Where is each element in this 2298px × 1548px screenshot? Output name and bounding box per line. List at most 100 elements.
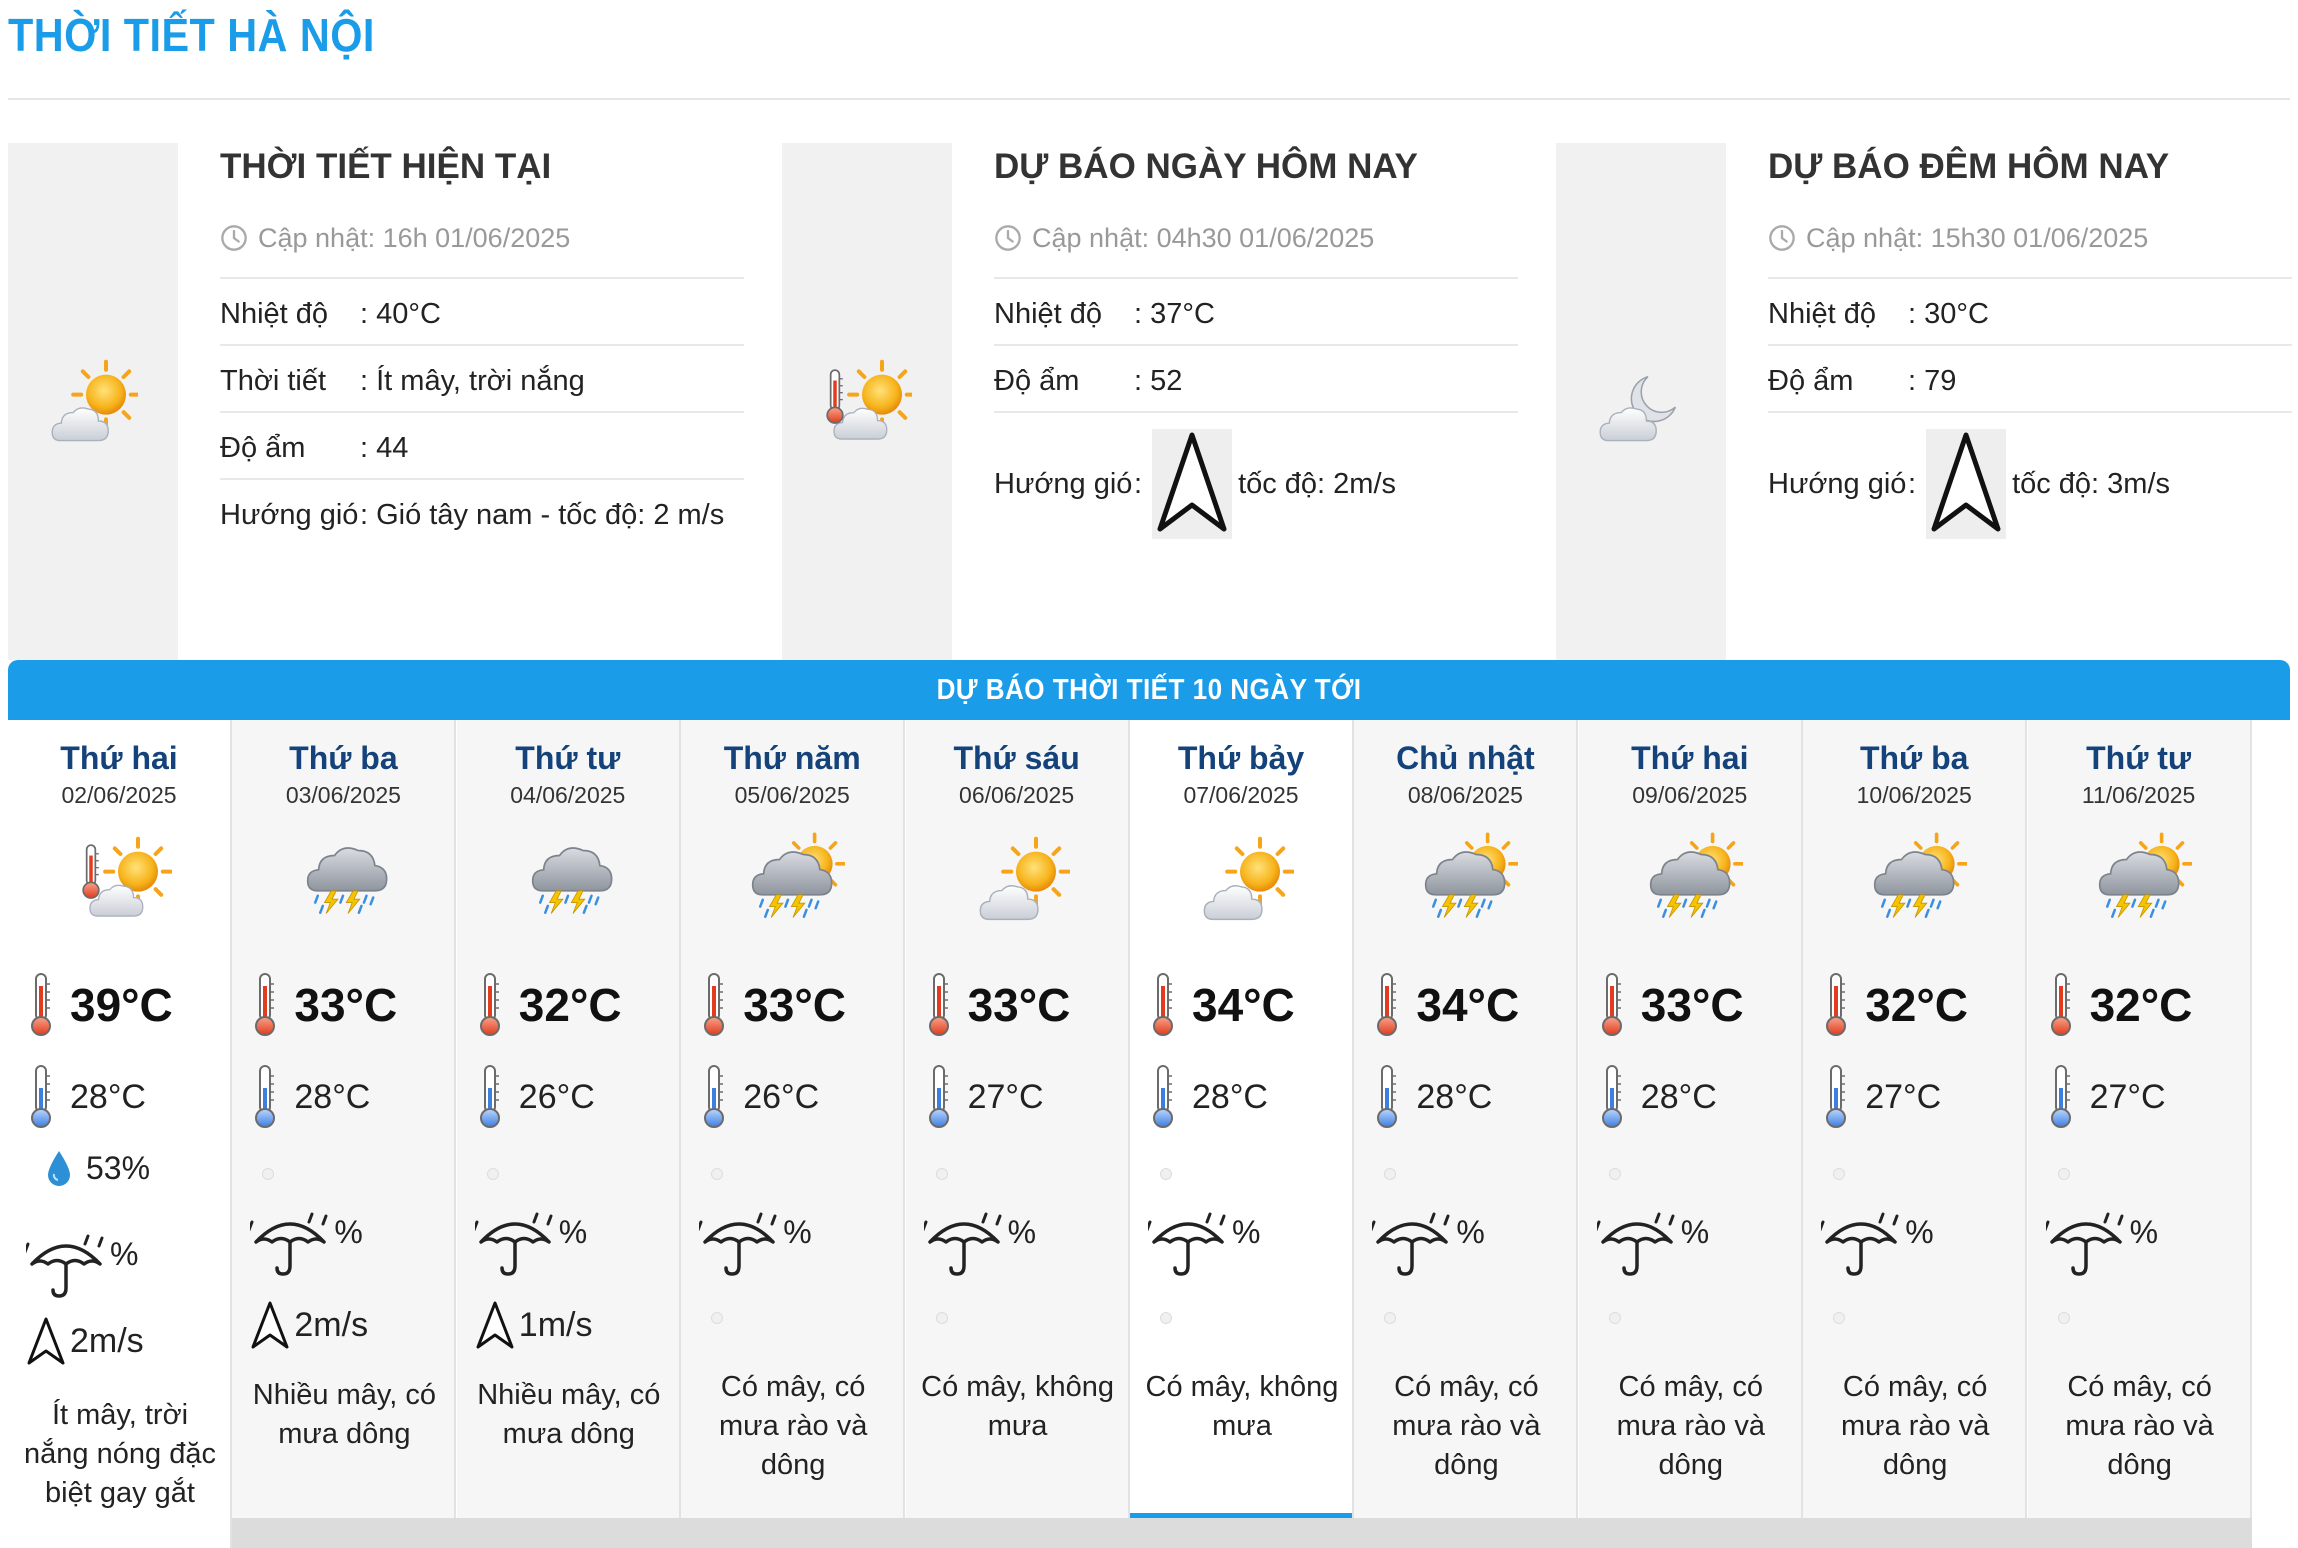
hot-sun-cloud-icon — [826, 359, 912, 440]
umbrella-rain-icon — [1821, 1212, 1899, 1276]
rain-chance-value: % — [1905, 1214, 1934, 1250]
day-date: 08/06/2025 — [1407, 782, 1523, 808]
temp-low: 28°C — [1597, 1062, 1717, 1132]
update-time-text: Cập nhật: 15h30 01/06/2025 — [1806, 222, 2149, 253]
sun-cloud-icon — [979, 836, 1070, 921]
info-value: : 30°C — [1908, 298, 1989, 330]
panel-heading: DỰ BÁO ĐÊM HÔM NAY — [1768, 147, 2170, 186]
thunderstorm-icon — [531, 847, 613, 915]
rain-chance-value: % — [1456, 1214, 1485, 1250]
humidity-placeholder-dot — [262, 1168, 275, 1180]
wind-placeholder-dot — [1384, 1312, 1397, 1324]
info-label: Độ ẩm — [994, 365, 1080, 397]
temp-high-value: 32°C — [518, 979, 622, 1031]
wind-direction-icon — [251, 1301, 289, 1349]
forecast-day[interactable]: Chủ nhật 08/06/2025 34°C 28°C% Có mây, có mư… — [1354, 720, 1579, 1548]
clock-icon — [221, 225, 247, 251]
temp-low-value: 28°C — [294, 1077, 371, 1116]
rain-chance: % — [2045, 1208, 2158, 1278]
info-value: : 52 — [1134, 365, 1183, 397]
temp-high-value: 33°C — [967, 979, 1071, 1031]
wind: 2m/s — [26, 1316, 144, 1366]
humidity-placeholder-dot — [1384, 1168, 1397, 1180]
day-name: Thứ ba — [289, 740, 398, 776]
temp-low: 28°C — [1148, 1062, 1268, 1132]
info-row-temperature: Nhiệt độ : 30°C — [1768, 279, 2292, 346]
rain-chance-value: % — [334, 1214, 363, 1250]
umbrella-rain-icon — [923, 1212, 1002, 1276]
day-date: 10/06/2025 — [1856, 782, 1972, 808]
rain-chance-value: % — [558, 1214, 588, 1250]
wind-direction-icon — [27, 1317, 65, 1365]
forecast-day[interactable]: Thứ sáu 06/06/2025 33°C 27°C% Có mây, không … — [905, 720, 1130, 1548]
umbrella-rain-icon — [699, 1212, 777, 1276]
wind-placeholder-dot — [1833, 1312, 1846, 1324]
rain-chance-value: % — [110, 1236, 139, 1272]
forecast-day[interactable]: Thứ ba 03/06/2025 33°C 28°C% 2m/s Nhiều mây, … — [232, 720, 457, 1548]
temp-high: 32°C — [1821, 970, 1968, 1040]
rain-chance: % — [1148, 1208, 1260, 1278]
info-row-wind: Hướng gió : Gió tây nam - tốc độ: 2 m/s — [220, 480, 744, 545]
sun-thunderstorm-icon — [752, 832, 846, 919]
thermometer-cold-icon — [704, 1065, 725, 1128]
forecast-day[interactable]: Thứ hai 09/06/2025 33°C 28°C% Có mây, có mưa… — [1578, 720, 1803, 1548]
wind-speed: tốc độ: 2m/s — [1238, 467, 1397, 500]
thermometer-hot-icon — [704, 973, 725, 1036]
day-name: Thứ hai — [60, 740, 178, 776]
wind-placeholder-dot — [935, 1312, 948, 1324]
info-label: Nhiệt độ — [994, 298, 1103, 330]
wind: 2m/s — [250, 1300, 368, 1350]
forecast-day[interactable]: Thứ ba 10/06/2025 32°C 27°C% Có mây, có mưa … — [1803, 720, 2028, 1548]
day-name: Chủ nhật — [1396, 740, 1535, 776]
temp-high-value: 33°C — [743, 979, 846, 1031]
temp-high: 33°C — [1597, 970, 1744, 1040]
rain-chance-value: % — [1680, 1214, 1710, 1250]
forecast-description: Có mây, có mưa rào và dông — [1616, 1371, 1765, 1481]
thermometer-hot-icon — [1153, 973, 1173, 1036]
forecast-day[interactable]: Thứ tư 11/06/2025 32°C 27°C% Có mây, có mưa … — [2027, 720, 2252, 1548]
thermometer-cold-icon — [928, 1065, 949, 1128]
thermometer-hot-icon — [1601, 973, 1622, 1036]
day-name: Thứ hai — [1631, 740, 1749, 776]
humidity-placeholder-dot — [1608, 1168, 1621, 1180]
humidity-placeholder-dot — [2057, 1168, 2070, 1180]
temp-low-value: 28°C — [1192, 1077, 1268, 1116]
water-drop-icon — [47, 1150, 71, 1187]
forecast-day[interactable]: Thứ tư 04/06/2025 32°C 26°C% 1m/s Nhiều mây, … — [456, 720, 681, 1548]
forecast-day[interactable]: Thứ hai 02/06/2025 39°C 28°C 53%% 2m/s Ít mây,… — [8, 720, 232, 1548]
info-row-humidity: Độ ẩm : 52 — [994, 346, 1518, 413]
forecast-description: Có mây, không mưa — [1145, 1371, 1339, 1442]
thermometer-cold-icon — [1377, 1065, 1398, 1128]
thermometer-cold-icon — [1601, 1065, 1622, 1128]
forecast-day[interactable]: Thứ năm 05/06/2025 33°C 26°C% Có mây, có mưa… — [681, 720, 906, 1548]
thermometer-hot-icon — [928, 973, 949, 1036]
forecast-scrollbar[interactable] — [232, 1518, 2252, 1548]
temp-low: 27°C — [2046, 1062, 2166, 1132]
humidity-placeholder-dot — [935, 1168, 948, 1180]
day-date: 04/06/2025 — [510, 782, 626, 808]
info-separator: : — [1134, 467, 1143, 500]
thermometer-hot-icon — [31, 973, 51, 1036]
temp-low-value: 28°C — [70, 1077, 146, 1116]
temp-high-value: 32°C — [2089, 979, 2193, 1031]
forecast-days: Thứ hai 02/06/2025 39°C 28°C 53%% 2m/s Ít mây,… — [8, 720, 2290, 1548]
forecast-day[interactable]: Thứ bảy 07/06/2025 34°C 28°C% Có mây, không … — [1130, 720, 1354, 1548]
info-label: Hướng gió — [220, 499, 359, 531]
current-weather-icon-box — [8, 143, 178, 660]
temp-high: 33°C — [699, 970, 846, 1040]
temp-low-value: 26°C — [518, 1077, 595, 1116]
info-label: Hướng gió — [1768, 467, 1907, 500]
rain-chance: % — [923, 1208, 1036, 1278]
thermometer-hot-icon — [1826, 973, 1847, 1036]
humidity-placeholder-dot — [1160, 1168, 1172, 1180]
day-date: 11/06/2025 — [2081, 782, 2196, 808]
forecast-description: Nhiều mây, có mưa dông — [477, 1379, 661, 1450]
info-value: : 44 — [360, 432, 409, 464]
rain-chance: % — [1596, 1208, 1710, 1278]
panel-heading: THỜI TIẾT HIỆN TẠI — [220, 147, 552, 186]
sun-thunderstorm-icon — [1425, 832, 1519, 919]
humidity-value: 53% — [86, 1149, 151, 1186]
info-row-wind: Hướng gió : tốc độ: 2m/s — [994, 413, 1518, 549]
temp-low-value: 27°C — [967, 1077, 1044, 1116]
wind: 1m/s — [475, 1300, 592, 1350]
